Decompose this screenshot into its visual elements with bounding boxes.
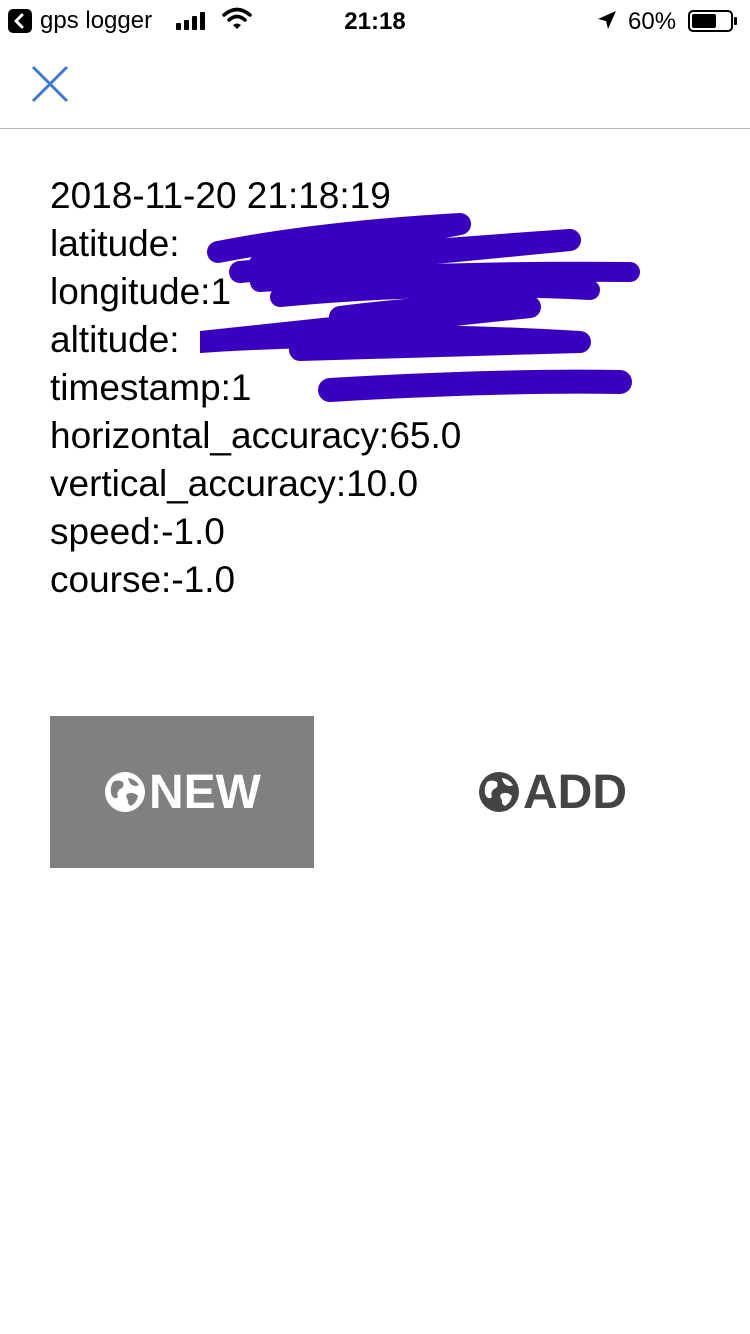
add-button[interactable]: ADD xyxy=(420,716,684,868)
nav-bar xyxy=(0,40,750,129)
new-button-label: NEW xyxy=(149,765,261,819)
vertical-accuracy: vertical_accuracy:10.0 xyxy=(50,463,419,504)
course: course:-1.0 xyxy=(50,559,236,600)
redaction-scribble xyxy=(200,213,640,402)
globe-icon xyxy=(105,772,145,812)
battery-percent: 60% xyxy=(628,8,677,35)
close-icon xyxy=(31,65,69,103)
globe-icon xyxy=(479,772,519,812)
new-button[interactable]: NEW xyxy=(50,716,314,868)
horizontal-accuracy: horizontal_accuracy:65.0 xyxy=(50,415,462,456)
status-bar: gps logger 21:18 60% xyxy=(0,0,750,40)
battery-icon xyxy=(688,10,737,32)
speed: speed:-1.0 xyxy=(50,511,225,552)
add-button-label: ADD xyxy=(523,765,627,819)
location-arrow-icon xyxy=(598,11,616,29)
close-button[interactable] xyxy=(28,62,72,106)
